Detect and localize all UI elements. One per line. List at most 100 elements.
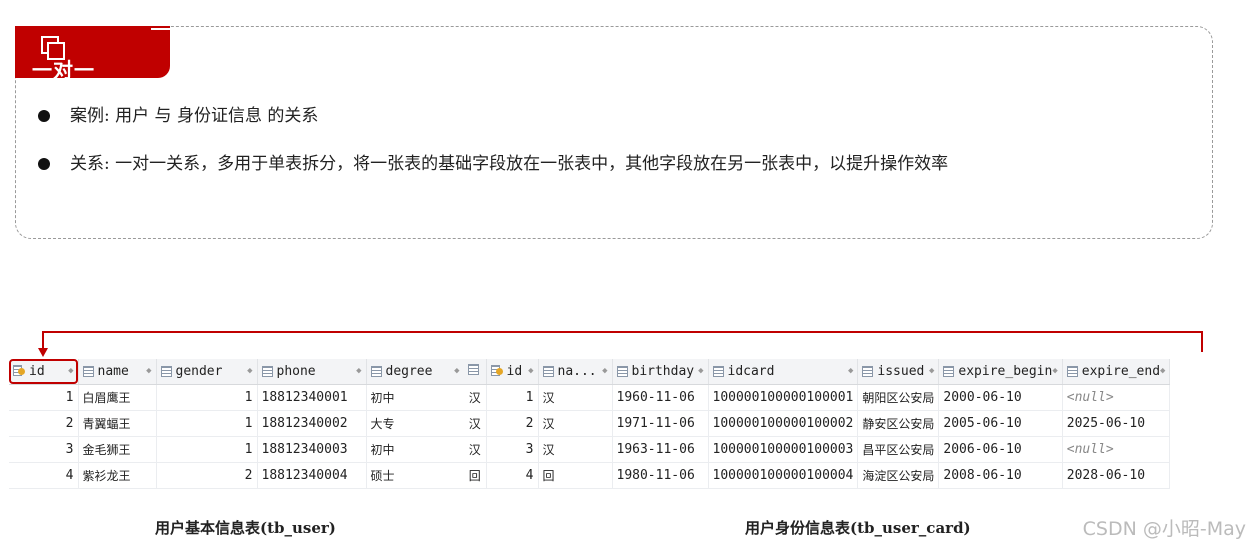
- cell-id[interactable]: 4: [9, 462, 79, 489]
- column-header-phone[interactable]: phone ◆: [257, 359, 367, 385]
- sort-icon[interactable]: ◆: [698, 366, 703, 376]
- cell-issued[interactable]: 海淀区公安局: [857, 462, 940, 489]
- cell-issued[interactable]: 静安区公安局: [857, 410, 940, 437]
- cell-issued[interactable]: 朝阳区公安局: [857, 384, 940, 411]
- sort-icon[interactable]: ◆: [247, 366, 252, 376]
- cell-phone[interactable]: 18812340001: [257, 384, 367, 411]
- cell-nationality[interactable]: 汉: [538, 384, 613, 411]
- sort-icon[interactable]: ◆: [1160, 366, 1165, 376]
- cell-expire-begin[interactable]: 2006-06-10: [938, 436, 1063, 463]
- sort-icon[interactable]: ◆: [454, 366, 459, 376]
- cell-id[interactable]: 2: [9, 410, 79, 437]
- cell-nationality[interactable]: 汉: [538, 410, 613, 437]
- column-icon: [468, 363, 479, 375]
- sort-icon[interactable]: ◆: [602, 366, 607, 376]
- cell-degree[interactable]: 初中: [366, 436, 465, 463]
- copy-icon: [41, 36, 65, 60]
- table-row[interactable]: 1 白眉鹰王 1 18812340001 初中: [9, 384, 465, 411]
- cell-id[interactable]: 1: [486, 384, 539, 411]
- cell-id[interactable]: 1: [9, 384, 79, 411]
- column-header-idcard[interactable]: idcard ◆: [708, 359, 859, 385]
- cell-gender[interactable]: 1: [156, 384, 258, 411]
- cell-gender[interactable]: 2: [156, 462, 258, 489]
- column-header-issued[interactable]: issued ◆: [857, 359, 940, 385]
- sort-icon[interactable]: ◆: [68, 366, 73, 376]
- cell-expire-begin[interactable]: 2000-06-10: [938, 384, 1063, 411]
- user-card-table: id ◆ na... ◆ birthday ◆ idcard ◆ issued ◆ exp…: [464, 359, 1171, 489]
- primary-key-icon: [13, 365, 25, 377]
- column-header-nationality[interactable]: na... ◆: [538, 359, 613, 385]
- column-icon: [943, 365, 955, 377]
- cell-phone[interactable]: 18812340004: [257, 462, 367, 489]
- cell-id[interactable]: 2: [486, 410, 539, 437]
- column-header-name[interactable]: name ◆: [78, 359, 157, 385]
- user-table-caption: 用户基本信息表(tb_user): [155, 519, 336, 537]
- cell-id[interactable]: 3: [486, 436, 539, 463]
- cell-expire-end[interactable]: <null>: [1062, 384, 1171, 411]
- cell-gender[interactable]: 1: [156, 436, 258, 463]
- cell-degree[interactable]: 初中: [366, 384, 465, 411]
- tab-decoration: [151, 28, 170, 30]
- row-gutter-header: [464, 359, 487, 385]
- cell-name[interactable]: 青翼蝠王: [78, 410, 157, 437]
- cell-degree[interactable]: 大专: [366, 410, 465, 437]
- sort-icon[interactable]: ◆: [929, 366, 934, 376]
- watermark: CSDN @小昭-May: [1082, 518, 1246, 540]
- cell-idcard[interactable]: 100000100000100003: [708, 436, 859, 463]
- cell-expire-begin[interactable]: 2005-06-10: [938, 410, 1063, 437]
- row-gutter-cell: 回: [464, 462, 487, 489]
- table-row[interactable]: 4 紫衫龙王 2 18812340004 硕士: [9, 462, 465, 489]
- cell-birthday[interactable]: 1980-11-06: [612, 462, 709, 489]
- cell-name[interactable]: 白眉鹰王: [78, 384, 157, 411]
- table-row[interactable]: 回 4 回 1980-11-06 100000100000100004 海淀区公…: [464, 462, 1171, 489]
- column-header-id[interactable]: id ◆: [9, 359, 79, 385]
- table-row[interactable]: 3 金毛狮王 1 18812340003 初中: [9, 436, 465, 463]
- cell-birthday[interactable]: 1960-11-06: [612, 384, 709, 411]
- column-header-id[interactable]: id ◆: [486, 359, 539, 385]
- cell-name[interactable]: 紫衫龙王: [78, 462, 157, 489]
- sort-icon[interactable]: ◆: [146, 366, 151, 376]
- column-header-degree[interactable]: degree ◆: [366, 359, 465, 385]
- bullet-item: 关系: 一对一关系，多用于单表拆分，将一张表的基础字段放在一张表中，其他字段放在…: [38, 148, 948, 196]
- column-icon: [1066, 365, 1078, 377]
- column-icon: [862, 365, 874, 377]
- cell-phone[interactable]: 18812340003: [257, 436, 367, 463]
- cell-phone[interactable]: 18812340002: [257, 410, 367, 437]
- column-header-birthday[interactable]: birthday ◆: [612, 359, 709, 385]
- cell-id[interactable]: 3: [9, 436, 79, 463]
- cell-expire-begin[interactable]: 2008-06-10: [938, 462, 1063, 489]
- cell-birthday[interactable]: 1963-11-06: [612, 436, 709, 463]
- column-header-expire-end[interactable]: expire_end ◆: [1062, 359, 1171, 385]
- cell-expire-end[interactable]: <null>: [1062, 436, 1171, 463]
- user-table: id ◆ name ◆ gender ◆ phone ◆ degree ◆ 1 白眉鹰王 …: [9, 359, 465, 489]
- cell-expire-end[interactable]: 2028-06-10: [1062, 462, 1171, 489]
- sort-icon[interactable]: ◆: [848, 366, 853, 376]
- cell-nationality[interactable]: 回: [538, 462, 613, 489]
- column-header-gender[interactable]: gender ◆: [156, 359, 258, 385]
- cell-nationality[interactable]: 汉: [538, 436, 613, 463]
- row-gutter-cell: 汉: [464, 436, 487, 463]
- bullet-text: 案例: 用户 与 身份证信息 的关系: [70, 106, 319, 126]
- cell-idcard[interactable]: 100000100000100002: [708, 410, 859, 437]
- column-header-expire-begin[interactable]: expire_begin ◆: [938, 359, 1063, 385]
- table-header-row: id ◆ name ◆ gender ◆ phone ◆ degree ◆: [9, 359, 465, 385]
- table-row[interactable]: 汉 2 汉 1971-11-06 100000100000100002 静安区公…: [464, 410, 1171, 437]
- table-row[interactable]: 汉 3 汉 1963-11-06 100000100000100003 昌平区公…: [464, 436, 1171, 463]
- bullet-dot-icon: [38, 158, 50, 170]
- cell-birthday[interactable]: 1971-11-06: [612, 410, 709, 437]
- cell-idcard[interactable]: 100000100000100001: [708, 384, 859, 411]
- sort-icon[interactable]: ◆: [356, 366, 361, 376]
- table-row[interactable]: 2 青翼蝠王 1 18812340002 大专: [9, 410, 465, 437]
- cell-name[interactable]: 金毛狮王: [78, 436, 157, 463]
- cell-issued[interactable]: 昌平区公安局: [857, 436, 940, 463]
- cell-idcard[interactable]: 100000100000100004: [708, 462, 859, 489]
- cell-expire-end[interactable]: 2025-06-10: [1062, 410, 1171, 437]
- row-gutter-cell: 汉: [464, 410, 487, 437]
- cell-id[interactable]: 4: [486, 462, 539, 489]
- sort-icon[interactable]: ◆: [1052, 366, 1057, 376]
- card-table-caption: 用户身份信息表(tb_user_card): [745, 519, 971, 537]
- sort-icon[interactable]: ◆: [528, 366, 533, 376]
- cell-gender[interactable]: 1: [156, 410, 258, 437]
- cell-degree[interactable]: 硕士: [366, 462, 465, 489]
- table-row[interactable]: 汉 1 汉 1960-11-06 100000100000100001 朝阳区公…: [464, 384, 1171, 411]
